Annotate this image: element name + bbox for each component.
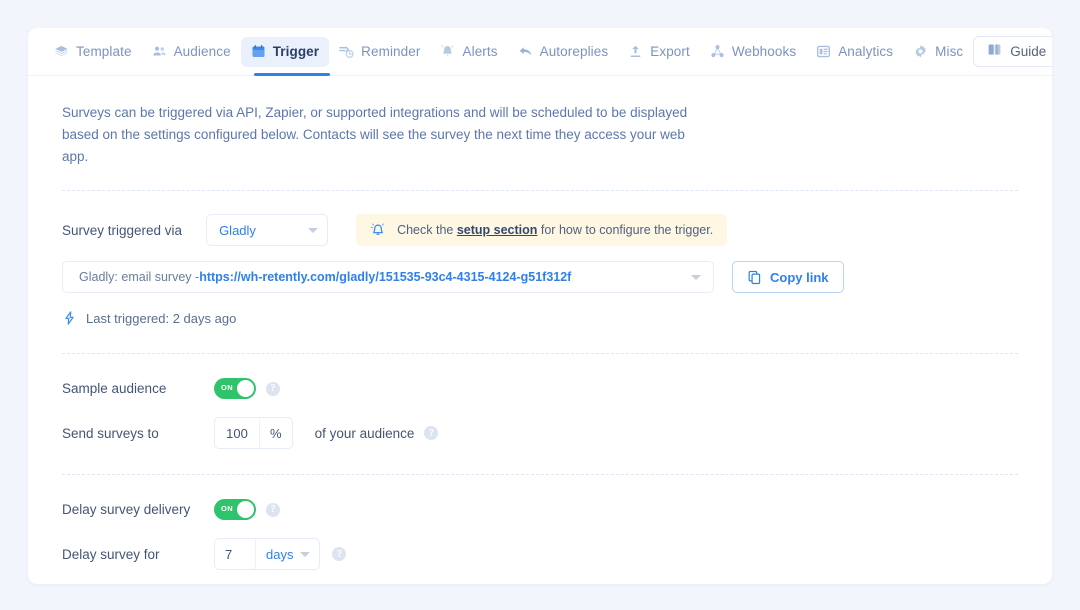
alert-text-before: Check the: [397, 223, 457, 237]
trigger-via-value: Gladly: [219, 222, 256, 238]
chevron-down-icon: [300, 552, 311, 557]
setup-alert-text: Check the setup section for how to confi…: [397, 223, 713, 237]
guide-button-label: Guide: [1010, 44, 1047, 59]
guide-button[interactable]: Guide: [973, 36, 1052, 67]
layers-icon: [54, 44, 69, 59]
divider-2: [62, 353, 1018, 354]
tab-bar: Template Audience Trigger Reminder Alert: [28, 28, 1052, 76]
alert-text-after: for how to configure the trigger.: [537, 223, 714, 237]
copy-link-label: Copy link: [770, 269, 829, 285]
tab-list: Template Audience Trigger Reminder Alert: [44, 36, 973, 67]
chevron-down-icon: [691, 275, 701, 280]
tab-template[interactable]: Template: [44, 37, 142, 67]
tab-export[interactable]: Export: [618, 37, 700, 67]
tab-label: Export: [650, 44, 690, 59]
send-surveys-to-label: Send surveys to: [62, 425, 159, 441]
tab-label: Reminder: [361, 44, 421, 59]
tab-audience[interactable]: Audience: [142, 37, 241, 67]
tab-webhooks[interactable]: Webhooks: [700, 37, 806, 67]
settings-card: Template Audience Trigger Reminder Alert: [28, 28, 1052, 584]
trigger-via-row: Survey triggered via Gladly Check the se…: [62, 214, 1018, 246]
tab-label: Trigger: [272, 44, 320, 59]
tab-misc[interactable]: Misc: [903, 37, 973, 67]
percent-unit: %: [259, 418, 292, 448]
upload-icon: [628, 44, 643, 59]
tab-label: Webhooks: [731, 44, 797, 59]
delay-delivery-toggle[interactable]: ON: [214, 499, 256, 520]
divider-3: [62, 474, 1018, 475]
reply-icon: [518, 44, 533, 59]
tab-label: Alerts: [462, 44, 498, 59]
tab-trigger[interactable]: Trigger: [240, 36, 330, 67]
delay-amount-input[interactable]: 7 days: [214, 538, 321, 570]
survey-link-prefix: Gladly: email survey -: [79, 270, 200, 284]
survey-link-row: Gladly: email survey - https://wh-retent…: [62, 261, 1018, 293]
tab-alerts[interactable]: Alerts: [430, 37, 507, 67]
trigger-via-select[interactable]: Gladly: [206, 214, 329, 246]
toggle-knob: [237, 501, 254, 518]
delay-unit-select[interactable]: days: [255, 539, 319, 569]
sample-audience-label: Sample audience: [62, 381, 167, 396]
survey-link-url: https://wh-retently.com/gladly/151535-93…: [199, 270, 572, 284]
tab-label: Analytics: [838, 44, 894, 59]
audience-percent-input[interactable]: 100 %: [214, 417, 293, 449]
toggle-knob: [237, 380, 254, 397]
bell-icon: [440, 44, 455, 59]
clock-arrow-icon: [339, 44, 354, 59]
lightning-icon: [62, 310, 77, 326]
tab-label: Misc: [935, 44, 964, 59]
app-page: Template Audience Trigger Reminder Alert: [0, 0, 1080, 610]
report-icon: [816, 44, 831, 59]
tab-label: Autoreplies: [539, 44, 609, 59]
send-surveys-to-suffix: of your audience: [314, 425, 415, 441]
setup-section-link[interactable]: setup section: [457, 223, 538, 237]
delay-delivery-row: Delay survey delivery ON ?: [62, 499, 1018, 520]
survey-link-select[interactable]: Gladly: email survey - https://wh-retent…: [62, 261, 714, 293]
question-mark-icon[interactable]: ?: [266, 381, 280, 396]
delay-amount-value: 7: [225, 546, 233, 562]
audience-percent-value: 100: [226, 425, 248, 441]
question-mark-icon[interactable]: ?: [332, 547, 347, 561]
book-icon: [987, 42, 1002, 62]
sample-audience-row: Sample audience ON ?: [62, 378, 1018, 399]
tab-reminder[interactable]: Reminder: [329, 37, 430, 67]
chevron-down-icon: [308, 228, 319, 233]
calendar-icon: [251, 44, 266, 59]
tab-autoreplies[interactable]: Autoreplies: [508, 37, 619, 67]
setup-alert: Check the setup section for how to confi…: [356, 214, 728, 246]
tab-analytics[interactable]: Analytics: [806, 37, 903, 67]
copy-icon: [747, 270, 762, 285]
trigger-settings-panel: Surveys can be triggered via API, Zapier…: [28, 76, 1052, 570]
question-mark-icon[interactable]: ?: [266, 502, 280, 517]
sample-audience-toggle[interactable]: ON: [214, 378, 256, 399]
share-nodes-icon: [710, 44, 725, 59]
trigger-via-label: Survey triggered via: [62, 222, 183, 238]
gear-icon: [913, 44, 928, 59]
copy-link-button[interactable]: Copy link: [732, 261, 844, 293]
tab-label: Template: [76, 44, 132, 59]
divider-1: [62, 190, 1018, 191]
notification-bell-icon: [370, 222, 386, 238]
intro-text: Surveys can be triggered via API, Zapier…: [62, 105, 688, 164]
active-tab-underline: [254, 73, 330, 76]
people-icon: [152, 44, 167, 59]
last-triggered-row: Last triggered: 2 days ago: [62, 310, 1018, 326]
tab-label: Audience: [173, 44, 231, 59]
toggle-state-label: ON: [221, 383, 234, 392]
last-triggered-text: Last triggered: 2 days ago: [86, 310, 237, 326]
delay-for-row: Delay survey for 7 days ?: [62, 538, 1018, 570]
question-mark-icon[interactable]: ?: [424, 426, 439, 440]
send-surveys-to-row: Send surveys to 100 % of your audience ?: [62, 417, 1018, 449]
delay-for-label: Delay survey for: [62, 546, 160, 562]
toggle-state-label: ON: [221, 504, 234, 513]
delay-delivery-label: Delay survey delivery: [62, 502, 191, 517]
delay-unit-value: days: [266, 546, 294, 562]
